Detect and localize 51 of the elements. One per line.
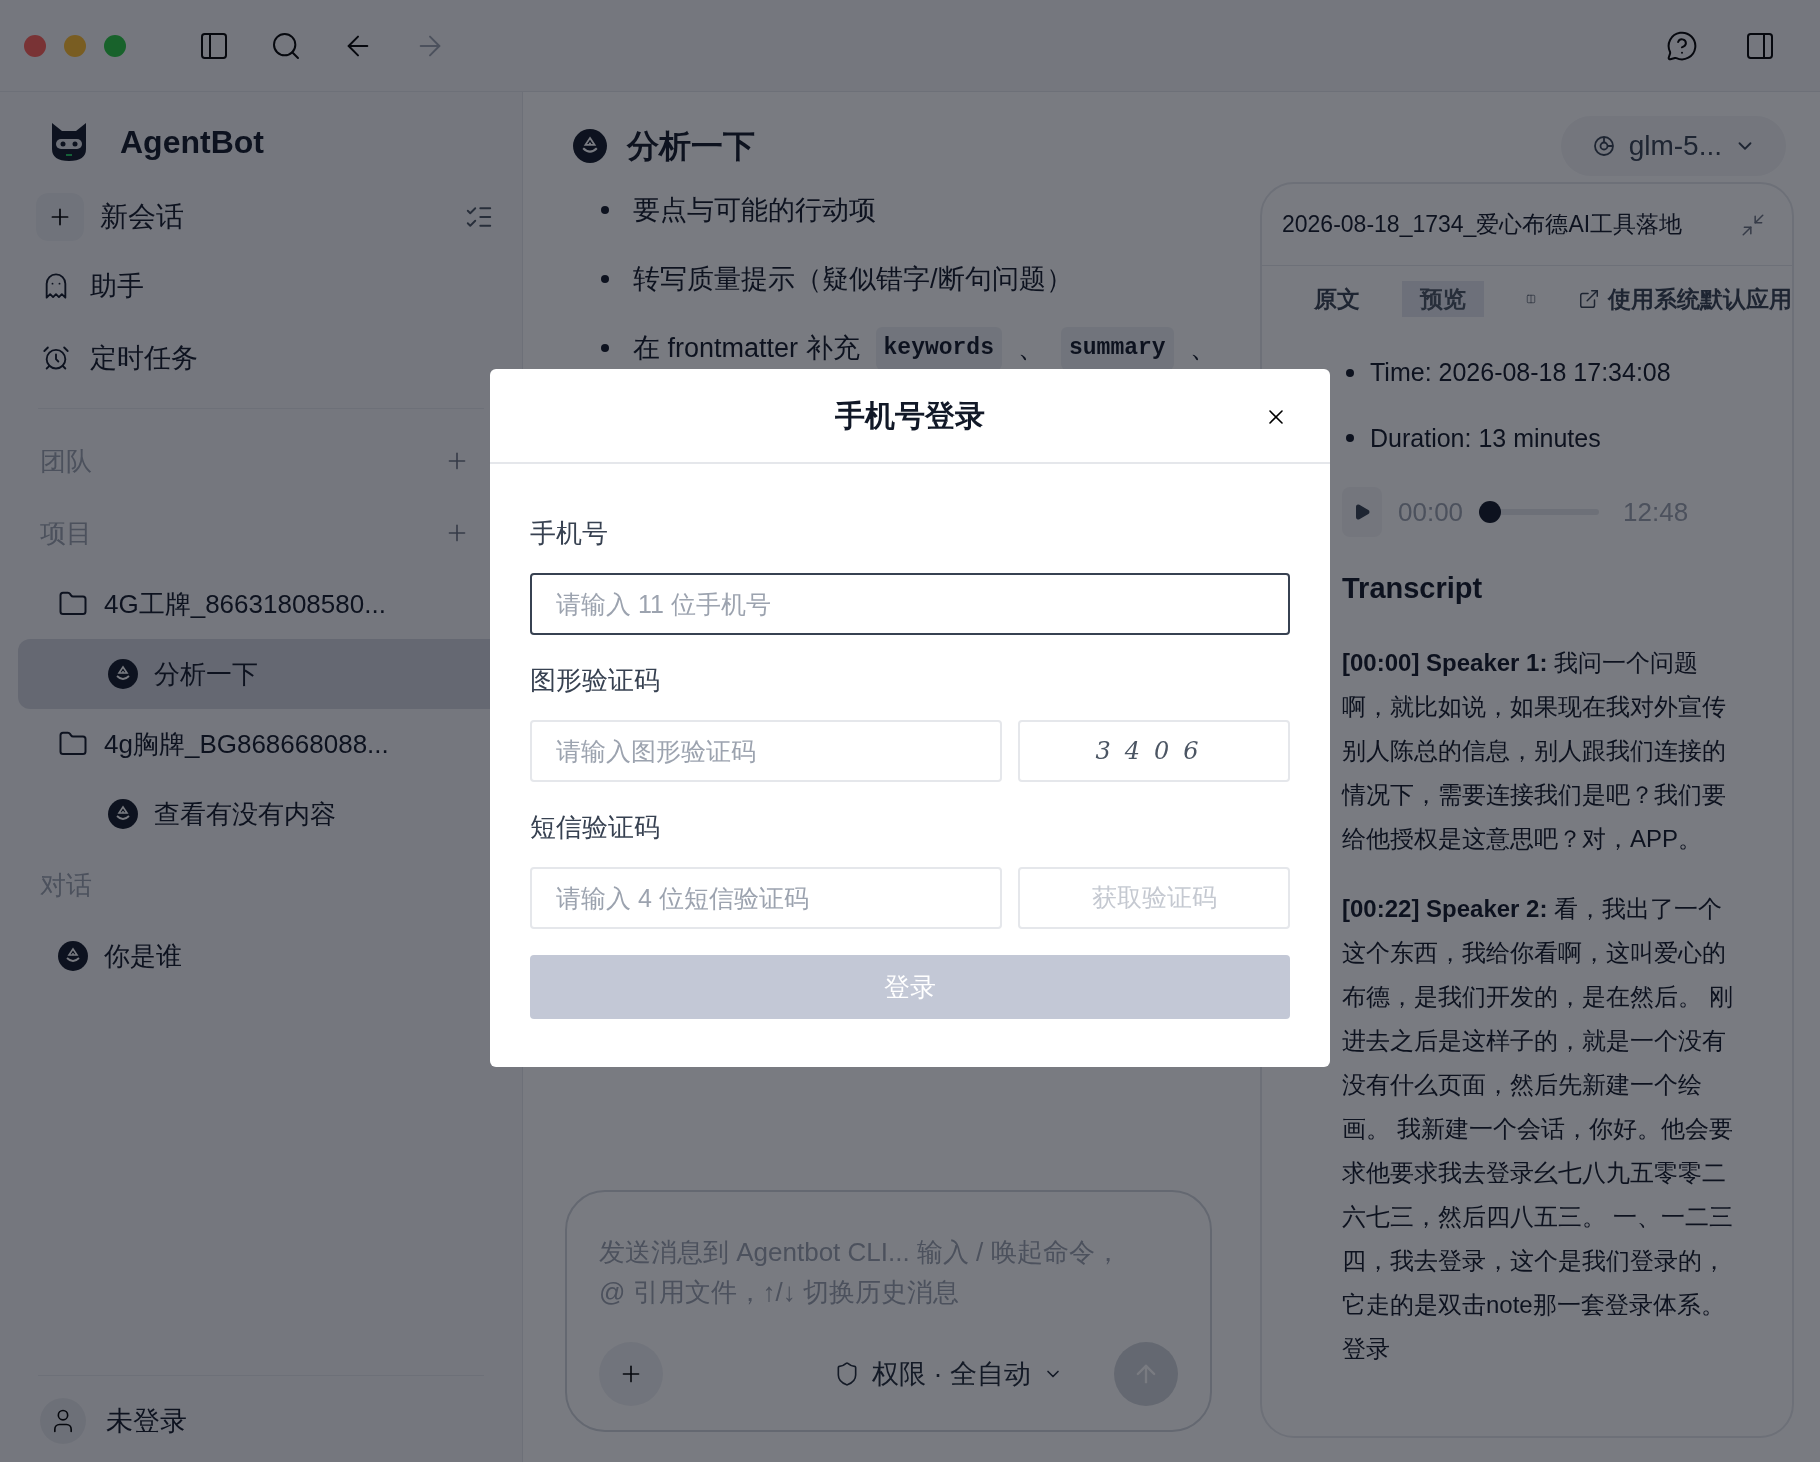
shrink-icon[interactable] xyxy=(1740,211,1766,238)
bullet-icon xyxy=(601,274,609,283)
inline-code: keywords xyxy=(875,327,1002,370)
app-name: AgentBot xyxy=(120,123,264,162)
bullet-text: 、 xyxy=(1189,332,1217,365)
bullet-icon xyxy=(601,344,609,353)
field-label: 手机号 xyxy=(530,517,609,550)
bullet-icon xyxy=(601,206,609,215)
bullet-icon xyxy=(1346,368,1354,377)
play-icon xyxy=(1353,503,1371,521)
user-avatar[interactable] xyxy=(40,1398,86,1444)
file-title: 2026-08-18_1734_爱心布德AI工具落地 xyxy=(1282,210,1683,240)
chat-title: 分析一下 xyxy=(627,127,755,166)
bullet-icon xyxy=(1346,434,1354,443)
external-link-icon xyxy=(1578,288,1600,310)
field-label: 短信验证码 xyxy=(530,811,661,844)
dialog-title: 手机号登录 xyxy=(835,398,985,434)
agent-avatar-icon xyxy=(573,129,607,163)
inline-code: summary xyxy=(1060,327,1174,370)
new-chat-link[interactable]: 新会话 xyxy=(100,196,464,238)
play-button[interactable] xyxy=(1342,487,1382,537)
field-label: 图形验证码 xyxy=(530,664,661,697)
bullet-text: 要点与可能的行动项 xyxy=(633,194,876,227)
captcha-text: 3406 xyxy=(1095,736,1213,767)
bullet-text: 、 xyxy=(1017,332,1045,365)
model-selector[interactable]: glm-5... xyxy=(1560,116,1786,176)
new-chat-plus-button[interactable] xyxy=(36,193,84,241)
nav-item[interactable]: 定时任务 xyxy=(18,322,504,394)
user-status: 未登录 xyxy=(106,1404,187,1438)
agent-avatar-icon xyxy=(108,799,138,829)
seek-thumb[interactable] xyxy=(1479,501,1502,523)
meta-text: Time: 2026-08-18 17:34:08 xyxy=(1370,357,1671,388)
seek-track[interactable] xyxy=(1479,501,1600,523)
open-external-link[interactable]: 使用系统默认应用 xyxy=(1578,281,1792,317)
alarm-clock-icon xyxy=(42,344,70,372)
bullet-text: 在 frontmatter 补充 xyxy=(633,332,860,365)
transcript-paragraph: [00:00] Speaker 1: 我问一个问题啊，就比如说，如果现在我对外宣传别人陈总的信息，别人跟我们连接的情况下，需要连接我们是吧？我们要给他授权是这意思吧？对，APP。 xyxy=(1342,647,1727,854)
text-input[interactable]: 请输入 11 位手机号 xyxy=(530,573,1290,635)
permission-dropdown[interactable]: 权限 · 全自动 xyxy=(834,1353,1063,1395)
agent-avatar-icon xyxy=(108,659,138,689)
close-window-button[interactable] xyxy=(24,34,46,57)
transcript-paragraph: [00:22] Speaker 2: 看，我出了一个这个东西，我给你看啊，这叫爱心的布德，是我们开发的，是在然后。 刚进去之后是这样子的，就是一个没有没有什么页面，然后先新建一个绘画。 我新建一个会话，你好。他会要求他要求我去登录幺七八九五零零二六七三，然后四八五三。 一、一二三四，我去登录，这个是我们登录的，它走的是双击note那一套登录体系。登录 xyxy=(1342,893,1734,1364)
meta-text: Duration: 13 minutes xyxy=(1370,422,1601,454)
transcript-heading: Transcript xyxy=(1341,571,1484,606)
bullet-text: 转写质量提示（疑似错字/断句问题） xyxy=(633,262,1073,296)
nav-item[interactable]: 助手 xyxy=(18,250,504,322)
help-icon[interactable] xyxy=(1666,29,1698,62)
captcha-image[interactable]: 3406 xyxy=(1018,720,1290,782)
view-tab[interactable]: 原文 xyxy=(1296,281,1378,317)
view-tab[interactable]: 预览 xyxy=(1402,281,1484,317)
agent-avatar-icon xyxy=(58,941,88,971)
